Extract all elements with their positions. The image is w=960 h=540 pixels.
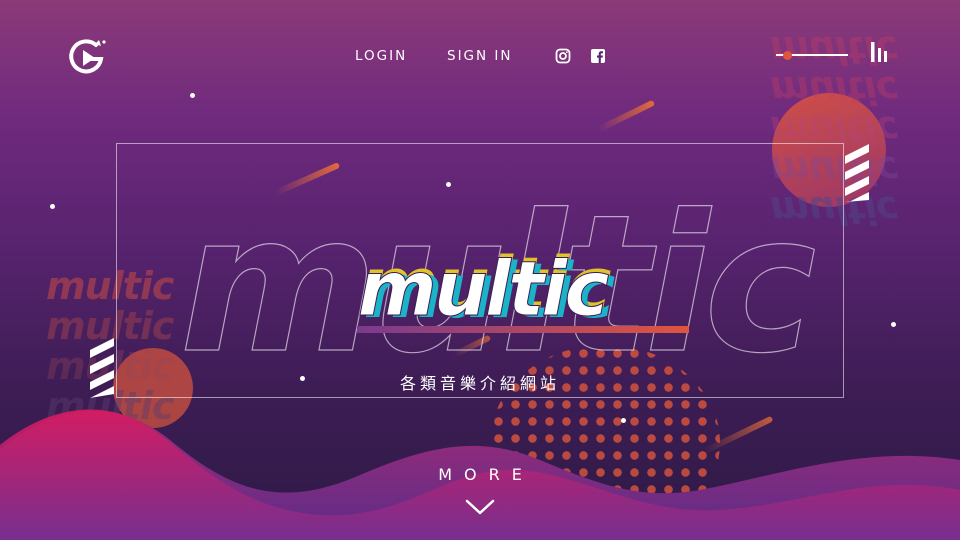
logo-icon[interactable] (66, 36, 108, 78)
stripe-decoration (90, 338, 114, 398)
instagram-icon[interactable] (555, 48, 571, 64)
volume-slider-handle[interactable] (783, 51, 792, 60)
meteor-decoration (596, 99, 656, 133)
hero-underline-bar (357, 326, 689, 333)
equalizer-bars-icon[interactable] (870, 40, 892, 62)
hero-title: multic multic multic (357, 240, 618, 335)
ghost-word: multic (770, 68, 898, 112)
sign-in-link[interactable]: SIGN IN (447, 48, 512, 64)
facebook-icon[interactable] (590, 48, 606, 64)
more-button[interactable]: MORE (380, 465, 580, 484)
hero-title-text: multic (358, 244, 610, 333)
star-dot (190, 93, 195, 98)
chevron-down-icon[interactable] (464, 497, 496, 517)
star-dot (891, 322, 896, 327)
stripe-decoration (845, 144, 869, 202)
login-link[interactable]: LOGIN (355, 48, 407, 64)
star-dot (50, 204, 55, 209)
